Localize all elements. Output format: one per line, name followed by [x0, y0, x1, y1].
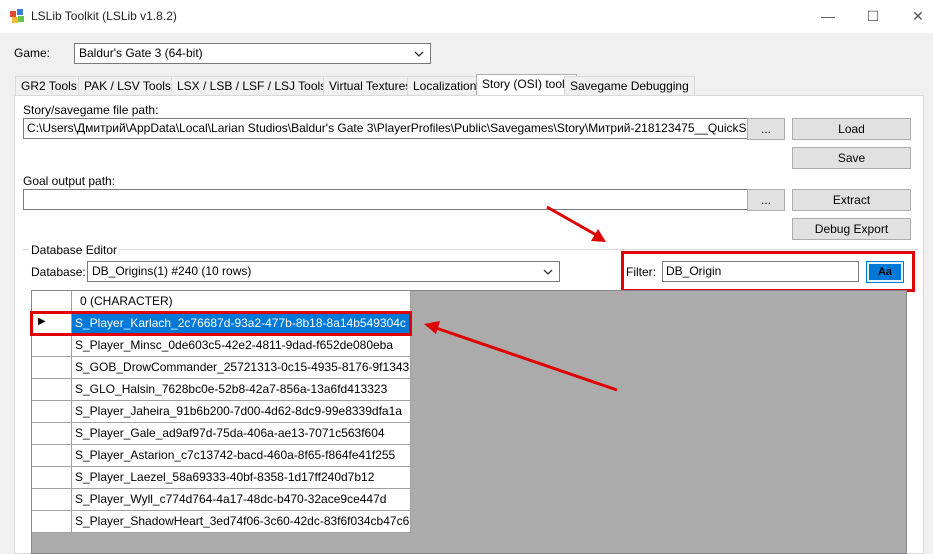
- arrow-to-filter-icon: [546, 205, 606, 242]
- arrow-to-row-icon: [424, 321, 618, 392]
- annotation-arrows: [424, 205, 618, 392]
